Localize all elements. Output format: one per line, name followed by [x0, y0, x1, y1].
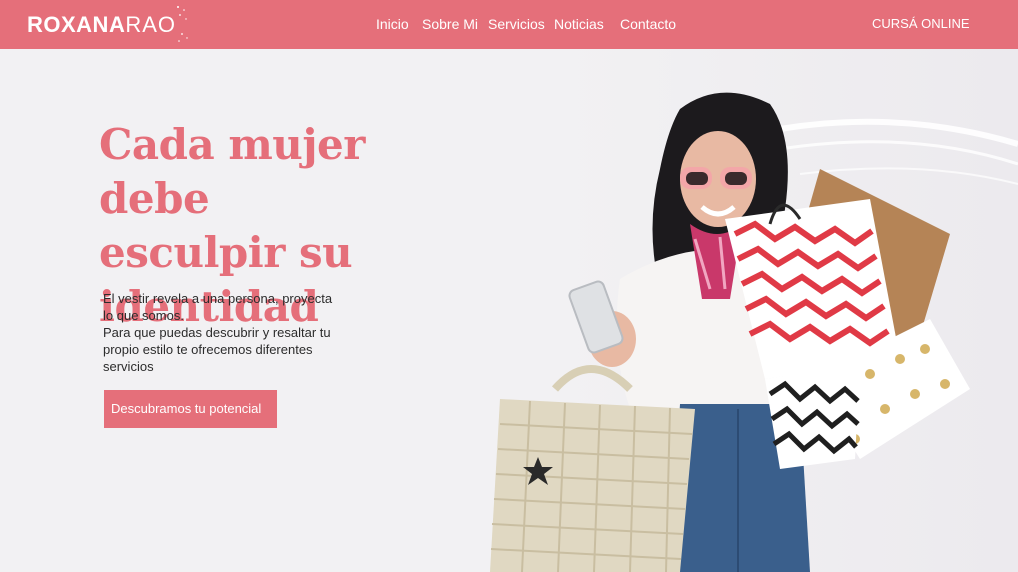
brand-logo[interactable]: ROXANARAO — [27, 12, 176, 38]
discover-potential-button[interactable]: Descubramos tu potencial — [104, 390, 277, 428]
description-line: lo que somos. — [103, 308, 184, 323]
top-navbar: ROXANARAO Inicio Sobre Mi Servicios Noti… — [0, 0, 1018, 49]
nav-item-noticias[interactable]: Noticias — [554, 16, 604, 32]
hero-photo — [490, 92, 1018, 572]
online-course-link[interactable]: CURSÁ ONLINE — [872, 16, 970, 31]
headline-line: Cada mujer debe — [99, 120, 365, 223]
description-line: El vestir revela a una persona, proyecta — [103, 291, 333, 306]
logo-sparkle-icon — [177, 6, 188, 42]
description-line: propio estilo te ofrecemos diferentes — [103, 342, 313, 357]
nav-item-servicios[interactable]: Servicios — [488, 16, 545, 32]
nav-item-contacto[interactable]: Contacto — [620, 16, 676, 32]
hero-description: El vestir revela a una persona, proyecta… — [103, 290, 343, 375]
nav-item-inicio[interactable]: Inicio — [376, 16, 409, 32]
brand-name-bold: ROXANA — [27, 12, 126, 37]
nav-item-sobre-mi[interactable]: Sobre Mi — [422, 16, 478, 32]
description-line: servicios — [103, 359, 154, 374]
brand-name-light: RAO — [125, 12, 177, 37]
headline-line: esculpir su — [99, 228, 353, 277]
description-line: Para que puedas descubrir y resaltar tu — [103, 325, 331, 340]
